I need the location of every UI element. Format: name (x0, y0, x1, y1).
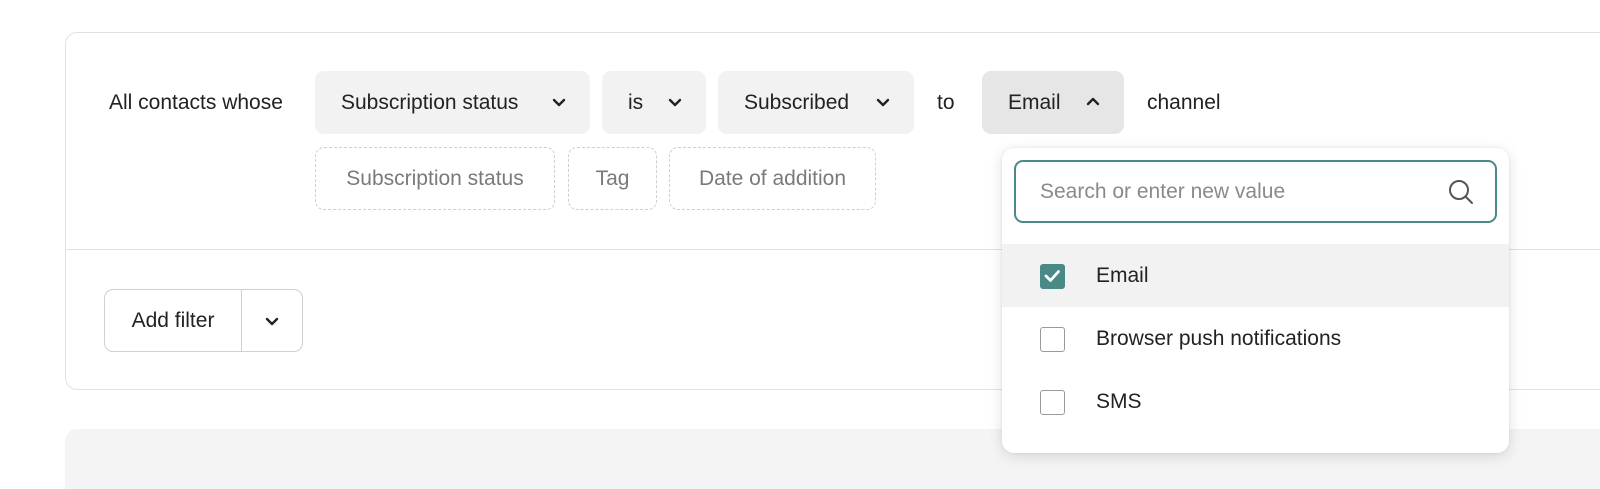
option-email[interactable]: Email (1002, 244, 1509, 307)
value-select-value: Subscribed (744, 90, 850, 114)
filter-lead-text: All contacts whose (109, 91, 283, 114)
add-filter-menu-button[interactable] (242, 290, 302, 351)
value-select[interactable]: Subscribed (718, 71, 914, 134)
check-icon (1044, 270, 1060, 282)
quick-field-date-of-addition[interactable]: Date of addition (669, 147, 876, 210)
field-select-value: Subscription status (341, 90, 519, 114)
chevron-down-icon (265, 317, 279, 325)
field-select[interactable]: Subscription status (315, 71, 590, 134)
operator-select[interactable]: is (602, 71, 706, 134)
option-label: SMS (1096, 390, 1142, 413)
add-filter-split-button: Add filter (104, 289, 303, 352)
quick-field-tag[interactable]: Tag (568, 147, 657, 210)
search-icon[interactable] (1447, 178, 1475, 206)
option-label: Browser push notifications (1096, 327, 1342, 350)
checkbox-unchecked[interactable] (1040, 327, 1065, 352)
dropdown-search (1014, 160, 1497, 223)
chevron-down-icon (668, 98, 682, 107)
quick-field-subscription-status[interactable]: Subscription status (315, 147, 555, 210)
to-text: to (937, 91, 955, 114)
chevron-up-icon (1086, 97, 1100, 106)
search-input[interactable] (1040, 162, 1440, 221)
add-filter-button[interactable]: Add filter (105, 290, 242, 351)
channel-dropdown: Email Browser push notifications SMS (1002, 148, 1509, 453)
checkbox-checked[interactable] (1040, 264, 1065, 289)
chevron-down-icon (552, 98, 566, 107)
channel-text: channel (1147, 91, 1221, 114)
option-sms[interactable]: SMS (1002, 370, 1509, 433)
checkbox-unchecked[interactable] (1040, 390, 1065, 415)
channel-select-value: Email (1008, 90, 1061, 114)
option-label: Email (1096, 264, 1149, 287)
option-browser-push[interactable]: Browser push notifications (1002, 307, 1509, 370)
chevron-down-icon (876, 98, 890, 107)
operator-select-value: is (628, 90, 644, 114)
channel-select[interactable]: Email (982, 71, 1124, 134)
filter-condition-row: All contacts whose Subscription status i… (66, 71, 1600, 134)
